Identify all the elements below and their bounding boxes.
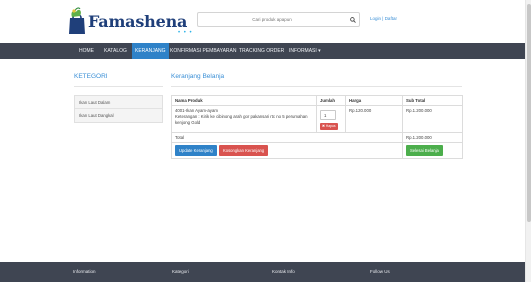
search-input[interactable] bbox=[198, 13, 346, 26]
column-header-name: Nama Produk bbox=[171, 95, 317, 106]
delete-item-button[interactable]: ✖ Hapus bbox=[320, 123, 338, 130]
column-header-subtotal: Sub Total bbox=[402, 95, 463, 106]
category-item-ikan-laut-dalam[interactable]: Ikan Laut Dalam bbox=[75, 96, 162, 109]
login-link[interactable]: Login bbox=[370, 16, 381, 21]
register-link[interactable]: Daftar bbox=[385, 16, 397, 21]
category-item-ikan-laut-dangkal[interactable]: Ikan Laut Dangkal bbox=[75, 109, 162, 122]
cart-header-row: Nama Produk Jumlah Harga Sub Total bbox=[171, 95, 463, 106]
nav-item-katalog[interactable]: KATALOG bbox=[101, 43, 130, 59]
cart-table: Nama Produk Jumlah Harga Sub Total 4001-… bbox=[171, 95, 463, 160]
product-note: Keterangan : Kirik ke cibinong arah gor … bbox=[175, 113, 308, 125]
nav-item-tracking-order[interactable]: TRACKING ORDER bbox=[236, 43, 287, 59]
product-cell: 4001-Ikan Ayam-ayam Keterangan : Kirik k… bbox=[171, 105, 317, 133]
checkout-cell: Selesai Belanja bbox=[402, 142, 463, 160]
sidebar-title: KETEGORI bbox=[74, 73, 108, 80]
main-nav: HOME KATALOG KERANJANG KONFIRMASI PEMBAY… bbox=[0, 43, 525, 59]
footer-kategori-heading: Kategori bbox=[172, 269, 189, 274]
subtotal-cell: Rp.1.200.000 bbox=[402, 105, 463, 133]
brand-logo[interactable]: Famashena • • • bbox=[66, 7, 194, 39]
shopping-bag-logo-icon bbox=[69, 7, 85, 34]
action-row: Update Keranjang Kosongkan Keranjang Sel… bbox=[171, 142, 463, 160]
page-scrollbar[interactable] bbox=[525, 0, 531, 282]
table-row: 4001-Ikan Ayam-ayam Keterangan : Kirik k… bbox=[171, 105, 463, 133]
price-cell: Rp.120.000 bbox=[345, 105, 403, 133]
search-button[interactable] bbox=[346, 13, 359, 26]
footer-follow-heading: Follow Us bbox=[370, 269, 390, 274]
page-title: Keranjang Belanja bbox=[171, 73, 225, 80]
search-icon bbox=[349, 16, 356, 23]
column-header-price: Harga bbox=[345, 95, 403, 106]
site-header: Famashena • • • Login | Daftar bbox=[0, 0, 525, 43]
scrollbar-thumb[interactable] bbox=[527, 4, 531, 222]
quantity-cell: 1 ✖ Hapus bbox=[316, 105, 346, 133]
cart-actions: Update Keranjang Kosongkan Keranjang bbox=[171, 142, 403, 160]
quantity-input[interactable]: 1 bbox=[320, 110, 336, 120]
total-value: Rp.1.200.000 bbox=[402, 131, 463, 144]
checkout-button[interactable]: Selesai Belanja bbox=[406, 145, 443, 157]
sidebar-divider bbox=[74, 86, 163, 87]
total-label: Total bbox=[171, 131, 403, 144]
nav-item-konfirmasi-pembayaran[interactable]: KONFIRMASI PEMBAYARAN bbox=[167, 43, 240, 59]
column-header-qty: Jumlah bbox=[316, 95, 346, 106]
auth-links: Login | Daftar bbox=[370, 16, 397, 21]
delete-item-label: Hapus bbox=[325, 124, 336, 128]
nav-item-informasi[interactable]: INFORMASI ▾ bbox=[286, 43, 324, 59]
category-list: Ikan Laut Dalam Ikan Laut Dangkal bbox=[74, 95, 163, 123]
site-footer: Information Kategori Kontak Info Follow … bbox=[0, 262, 525, 282]
total-row: Total Rp.1.200.000 bbox=[171, 131, 463, 144]
brand-dots: • • • bbox=[178, 30, 193, 36]
title-divider bbox=[171, 86, 462, 87]
brand-name: Famashena bbox=[88, 12, 188, 31]
nav-item-keranjang[interactable]: KERANJANG bbox=[132, 43, 169, 59]
footer-information-heading: Information bbox=[73, 269, 96, 274]
footer-kontak-heading: Kontak Info bbox=[272, 269, 295, 274]
search-bar bbox=[197, 12, 360, 27]
nav-item-home[interactable]: HOME bbox=[76, 43, 97, 59]
clear-cart-button[interactable]: Kosongkan Keranjang bbox=[218, 145, 269, 157]
update-cart-button[interactable]: Update Keranjang bbox=[175, 145, 217, 157]
